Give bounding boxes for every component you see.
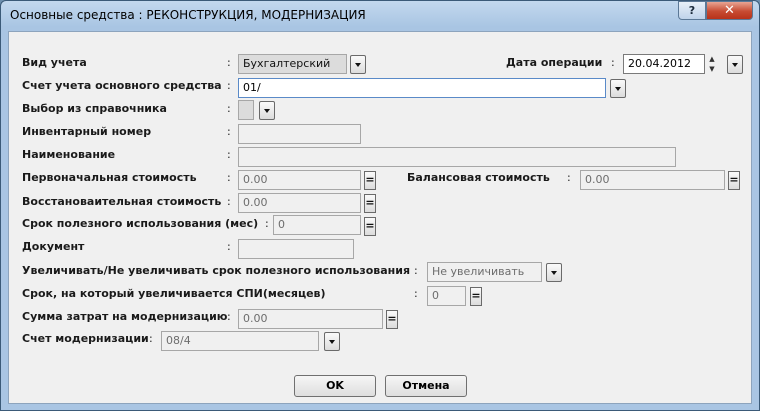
- colon: :: [567, 171, 571, 184]
- vybor-field[interactable]: [238, 100, 254, 120]
- colon: :: [414, 264, 418, 277]
- uvelichivat-field[interactable]: Не увеличивать: [427, 262, 542, 282]
- window-title: Основные средства : РЕКОНСТРУКЦИЯ, МОДЕР…: [10, 8, 366, 22]
- inv-nomer-field[interactable]: [238, 124, 361, 144]
- dokument-field[interactable]: [238, 239, 354, 259]
- colon: :: [227, 171, 231, 184]
- label-dokument: Документ: [22, 240, 85, 253]
- vid-ucheta-field[interactable]: Бухгалтерский: [238, 54, 347, 74]
- srok-calc-button[interactable]: =: [364, 217, 376, 236]
- label-perv-stoimost: Первоначальная стоимость: [22, 171, 197, 184]
- perv-stoimost-field[interactable]: 0.00: [238, 170, 361, 190]
- dialog-body: Вид учета : Бухгалтерский Дата операции …: [8, 31, 752, 404]
- schet-ucheta-input[interactable]: 01/: [238, 78, 606, 98]
- schet-modern-dropdown-button[interactable]: [324, 332, 340, 351]
- srok-field[interactable]: 0: [273, 215, 361, 235]
- title-bar[interactable]: Основные средства : РЕКОНСТРУКЦИЯ, МОДЕР…: [1, 1, 759, 31]
- colon: :: [265, 217, 269, 230]
- srok-uvel-calc-button[interactable]: =: [470, 287, 482, 306]
- colon: :: [149, 332, 153, 345]
- label-schet-ucheta: Счет учета основного средства: [22, 79, 222, 92]
- label-schet-modern: Счет модернизации: [22, 332, 149, 345]
- naimenovanie-field[interactable]: [238, 147, 676, 167]
- label-bal-stoimost: Балансовая стоимость: [407, 171, 550, 184]
- label-srok-uvel: Срок, на который увеличивается СПИ(месяц…: [22, 287, 326, 300]
- colon: :: [227, 310, 231, 323]
- vid-ucheta-dropdown-button[interactable]: [350, 55, 366, 74]
- label-vosst-stoimost: Восстановаительная стоимость: [22, 195, 222, 208]
- vosst-stoimost-calc-button[interactable]: =: [364, 194, 376, 213]
- colon: :: [227, 148, 231, 161]
- perv-stoimost-calc-button[interactable]: =: [364, 171, 376, 190]
- schet-modern-field[interactable]: 08/4: [161, 331, 319, 351]
- help-button[interactable]: ?: [678, 1, 706, 20]
- summa-zatrat-calc-button[interactable]: =: [386, 310, 398, 329]
- ok-button[interactable]: OK: [294, 375, 376, 397]
- vosst-stoimost-field[interactable]: 0.00: [238, 193, 361, 213]
- uvelichivat-dropdown-button[interactable]: [546, 263, 562, 282]
- colon: :: [227, 102, 231, 115]
- label-vybor: Выбор из справочника: [22, 102, 167, 115]
- colon: :: [227, 56, 231, 69]
- date-spin-buttons[interactable]: ▲ ▼: [707, 54, 717, 76]
- summa-zatrat-field[interactable]: 0.00: [238, 309, 383, 329]
- label-summa-zatrat: Сумма затрат на модернизацию: [22, 310, 228, 323]
- cancel-button[interactable]: Отмена: [385, 375, 467, 397]
- colon: :: [611, 56, 615, 69]
- colon: :: [227, 240, 231, 253]
- label-vid-ucheta: Вид учета: [22, 56, 87, 69]
- data-operacii-field[interactable]: 20.04.2012: [623, 54, 705, 74]
- vybor-dropdown-button[interactable]: [259, 101, 275, 120]
- label-inv-nomer: Инвентарный номер: [22, 125, 152, 138]
- colon: :: [227, 195, 231, 208]
- bal-stoimost-calc-button[interactable]: =: [728, 171, 740, 190]
- label-data-operacii: Дата операции: [506, 56, 603, 69]
- colon: :: [227, 125, 231, 138]
- colon: :: [227, 79, 231, 92]
- label-uvelichivat: Увеличивать/Не увеличивать срок полезног…: [22, 264, 411, 277]
- label-naimenovanie: Наименование: [22, 148, 116, 161]
- schet-ucheta-dropdown-button[interactable]: [610, 79, 626, 98]
- srok-uvel-field[interactable]: 0: [427, 286, 466, 306]
- close-button[interactable]: ✕: [706, 1, 753, 20]
- bal-stoimost-field[interactable]: 0.00: [580, 170, 725, 190]
- colon: :: [414, 287, 418, 300]
- data-operacii-dropdown-button[interactable]: [727, 55, 743, 74]
- dialog-window: Основные средства : РЕКОНСТРУКЦИЯ, МОДЕР…: [0, 0, 760, 411]
- label-srok: Срок полезного использования (мес): [22, 217, 259, 230]
